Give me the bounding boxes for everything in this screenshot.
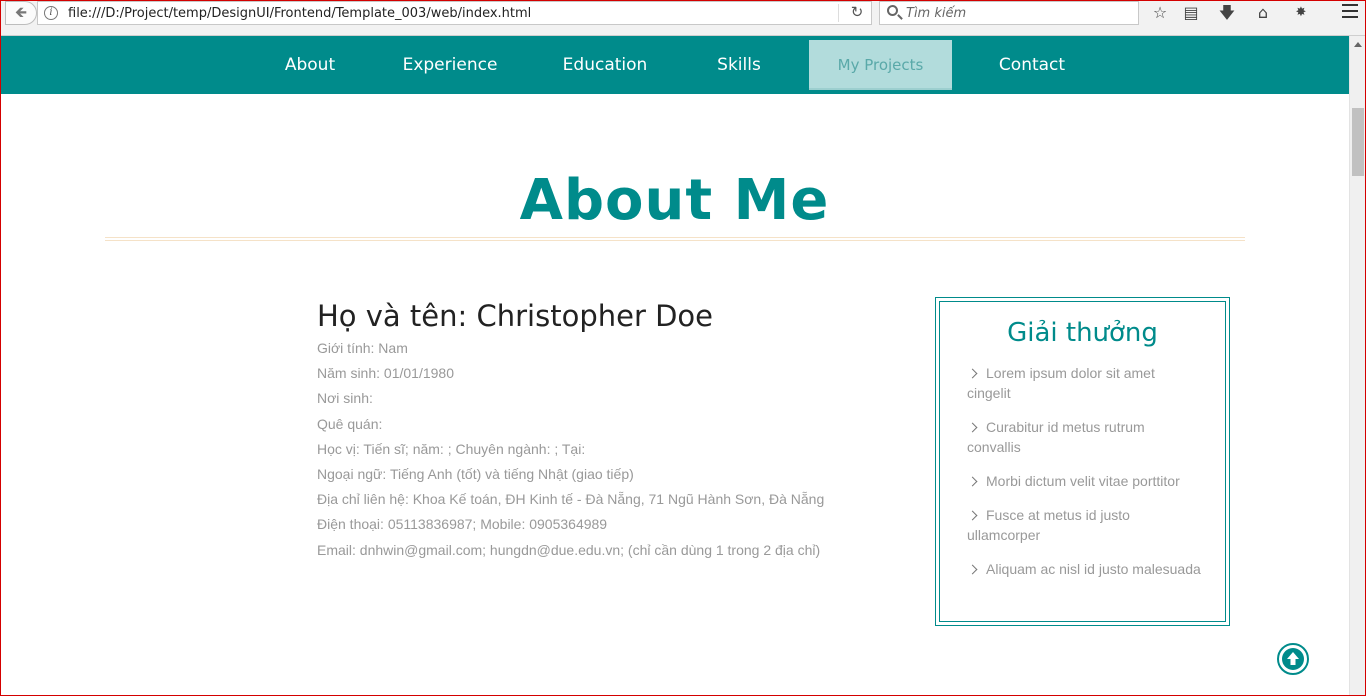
nav-about[interactable]: About xyxy=(270,40,350,90)
awards-box: Giải thưởng Lorem ipsum dolor sit amet c… xyxy=(935,297,1230,626)
star-icon[interactable]: ☆ xyxy=(1149,2,1171,24)
reload-icon[interactable]: ↻ xyxy=(846,4,868,22)
site-nav: About Experience Education Skills My Pro… xyxy=(0,36,1349,94)
addon-icon[interactable]: ✸ xyxy=(1290,2,1312,24)
award-label: Aliquam ac nisl id justo malesuada xyxy=(986,561,1201,577)
chevron-right-icon xyxy=(967,368,978,379)
download-icon[interactable]: 🡇 xyxy=(1216,2,1238,24)
profile-email: Email: dnhwin@gmail.com; hungdn@due.edu.… xyxy=(317,541,821,558)
award-label: Lorem ipsum dolor sit amet cingelit xyxy=(967,365,1155,401)
nav-skills[interactable]: Skills xyxy=(704,40,774,90)
reading-list-icon[interactable]: ▤ xyxy=(1180,2,1202,24)
nav-my-projects[interactable]: My Projects xyxy=(809,40,952,90)
list-item[interactable]: Curabitur id metus rutrum convallis xyxy=(967,417,1202,457)
list-item[interactable]: Aliquam ac nisl id justo malesuada xyxy=(967,559,1202,579)
nav-contact[interactable]: Contact xyxy=(988,40,1076,90)
nav-education[interactable]: Education xyxy=(554,40,656,90)
page-scrollbar[interactable] xyxy=(1349,36,1366,696)
list-item[interactable]: Lorem ipsum dolor sit amet cingelit xyxy=(967,363,1202,403)
address-bar[interactable]: i file:///D:/Project/temp/DesignUI/Front… xyxy=(37,1,872,25)
arrow-up-circle-icon xyxy=(1282,648,1304,670)
profile-gender: Giới tính: Nam xyxy=(317,340,408,356)
profile-address: Địa chỉ liên hệ: Khoa Kế toán, ĐH Kinh t… xyxy=(317,491,825,508)
browser-toolbar: 🡸 i file:///D:/Project/temp/DesignUI/Fro… xyxy=(0,0,1366,36)
award-label: Curabitur id metus rutrum convallis xyxy=(967,419,1145,455)
awards-list: Lorem ipsum dolor sit amet cingelit Cura… xyxy=(967,363,1202,593)
chevron-right-icon xyxy=(967,510,978,521)
nav-experience[interactable]: Experience xyxy=(393,40,507,90)
profile-birthplace: Nơi sinh: xyxy=(317,390,373,407)
profile-languages: Ngoại ngữ: Tiếng Anh (tốt) và tiếng Nhật… xyxy=(317,466,634,483)
home-icon[interactable]: ⌂ xyxy=(1252,2,1274,24)
arrow-left-icon: 🡸 xyxy=(14,4,28,21)
scroll-up-icon[interactable] xyxy=(1354,42,1362,47)
info-icon[interactable]: i xyxy=(44,6,58,20)
search-icon xyxy=(887,5,898,16)
search-bar[interactable]: Tìm kiếm xyxy=(879,1,1139,25)
back-button[interactable]: 🡸 xyxy=(5,1,37,25)
page-title: About Me xyxy=(519,168,830,233)
list-item[interactable]: Fusce at metus id justo ullamcorper xyxy=(967,505,1202,545)
chevron-right-icon xyxy=(967,422,978,433)
scroll-thumb[interactable] xyxy=(1352,108,1364,176)
profile-details: Giới tính: Nam Năm sinh: 01/01/1980 Nơi … xyxy=(317,336,877,563)
back-to-top-button[interactable] xyxy=(1277,643,1309,675)
chevron-right-icon xyxy=(967,476,978,487)
profile-phone: Điện thoại: 05113836987; Mobile: 0905364… xyxy=(317,516,608,533)
menu-icon[interactable] xyxy=(1342,4,1358,18)
url-divider xyxy=(838,4,839,22)
url-text[interactable]: file:///D:/Project/temp/DesignUI/Fronten… xyxy=(68,6,531,21)
awards-inner: Giải thưởng Lorem ipsum dolor sit amet c… xyxy=(939,301,1226,622)
search-placeholder: Tìm kiếm xyxy=(906,6,967,21)
profile-hometown: Quê quán: xyxy=(317,415,383,432)
profile-section: Họ và tên: Christopher Doe Giới tính: Na… xyxy=(317,297,877,563)
award-label: Morbi dictum velit vitae porttitor xyxy=(986,473,1180,489)
profile-degree: Học vị: Tiến sĩ; năm: ; Chuyên ngành: ; … xyxy=(317,440,586,457)
award-label: Fusce at metus id justo ullamcorper xyxy=(967,507,1130,543)
awards-title: Giải thưởng xyxy=(1007,318,1158,348)
heading-divider xyxy=(105,237,1245,241)
profile-birth-year: Năm sinh: 01/01/1980 xyxy=(317,365,454,382)
list-item[interactable]: Morbi dictum velit vitae porttitor xyxy=(967,471,1202,491)
profile-name: Họ và tên: Christopher Doe xyxy=(317,299,714,333)
chevron-right-icon xyxy=(967,564,978,575)
